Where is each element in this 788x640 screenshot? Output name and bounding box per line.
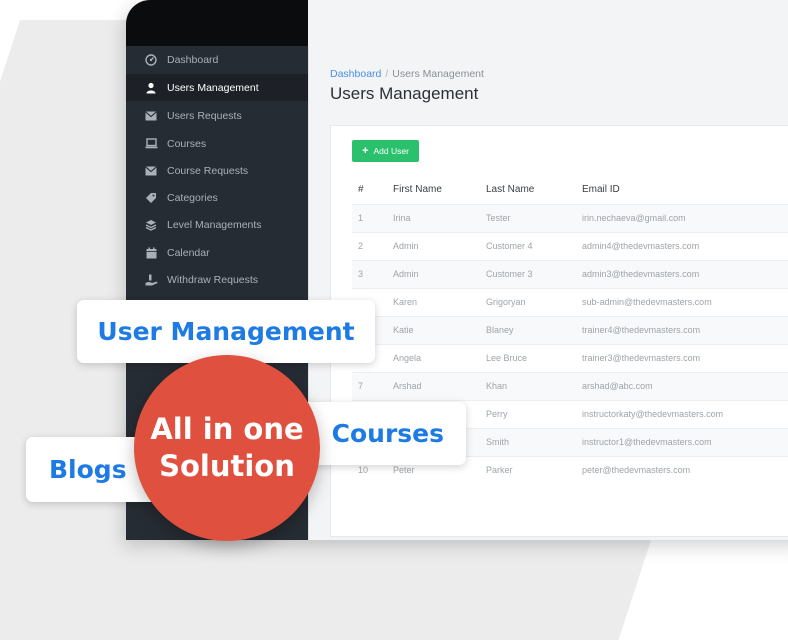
sidebar-item-courses[interactable]: Courses (126, 130, 308, 157)
cell-last-name: Customer 3 (486, 269, 533, 279)
column-header-number[interactable]: # (358, 184, 364, 195)
cell-number: 2 (358, 241, 364, 251)
cell-last-name: Parker (486, 465, 513, 475)
cell-email: arshad@abc.com (582, 381, 653, 391)
cell-number: 1 (358, 213, 364, 223)
breadcrumb: Dashboard / Users Management (330, 68, 484, 80)
table-row[interactable]: Karen Grigoryan sub-admin@thedevmasters.… (352, 288, 788, 316)
breadcrumb-home-link[interactable]: Dashboard (330, 68, 381, 80)
sidebar-item-users-requests[interactable]: Users Requests (126, 102, 308, 129)
column-header-email[interactable]: Email ID (582, 184, 620, 195)
sidebar-item-label: Categories (167, 191, 218, 204)
tag-icon (144, 191, 158, 205)
sidebar-item-users-management[interactable]: Users Management (126, 74, 308, 101)
column-header-first-name[interactable]: First Name (393, 184, 442, 195)
badge-line-1: All in one (150, 412, 304, 446)
cell-email: admin4@thedevmasters.com (582, 241, 700, 251)
table-row[interactable]: 7 Arshad Khan arshad@abc.com (352, 372, 788, 400)
table-row[interactable]: 3 Admin Customer 3 admin3@thedevmasters.… (352, 260, 788, 288)
badge-line-2: Solution (159, 449, 295, 483)
cell-first-name: Arshad (393, 381, 422, 391)
cell-email: trainer3@thedevmasters.com (582, 353, 701, 363)
breadcrumb-current: Users Management (392, 68, 484, 80)
cell-email: admin3@thedevmasters.com (582, 269, 700, 279)
cell-email: instructorkaty@thedevmasters.com (582, 409, 724, 419)
main-content: Dashboard / Users Management Users Managem… (308, 46, 788, 540)
cell-last-name: Blaney (486, 325, 514, 335)
sidebar-item-calendar[interactable]: Calendar (126, 239, 308, 266)
plus-icon: + (362, 145, 369, 157)
sidebar-item-level-managements[interactable]: Level Managements (126, 211, 308, 238)
cell-email: irin.nechaeva@gmail.com (582, 213, 686, 223)
cell-email: peter@thedevmasters.com (582, 465, 691, 475)
cell-first-name: Admin (393, 241, 419, 251)
cell-number: 3 (358, 269, 364, 279)
add-user-label: Add User (373, 146, 409, 156)
users-table-card: + Add User # First Name Last Name Email … (330, 125, 788, 537)
cell-last-name: Perry (486, 409, 508, 419)
user-management-callout: User Management (77, 300, 375, 363)
cell-first-name: Angela (393, 353, 422, 363)
cell-first-name: Irina (393, 213, 411, 223)
cell-last-name: Lee Bruce (486, 353, 528, 363)
envelope-icon (144, 109, 158, 123)
sidebar-item-label: Users Management (167, 81, 259, 94)
sidebar-item-label: Withdraw Requests (167, 273, 259, 286)
cell-last-name: Tester (486, 213, 511, 223)
breadcrumb-separator: / (385, 68, 389, 80)
cell-first-name: Peter (393, 465, 415, 475)
laptop-icon (144, 137, 158, 151)
cell-first-name: Karen (393, 297, 418, 307)
cell-first-name: Admin (393, 269, 419, 279)
table-row[interactable]: Angela Lee Bruce trainer3@thedevmasters.… (352, 344, 788, 372)
sidebar-item-label: Courses (167, 137, 207, 150)
sidebar-item-dashboard[interactable]: Dashboard (126, 46, 308, 73)
cell-email: sub-admin@thedevmasters.com (582, 297, 712, 307)
cell-first-name: Katie (393, 325, 414, 335)
cell-last-name: Grigoryan (486, 297, 526, 307)
sidebar-header (126, 0, 308, 46)
envelope-icon (144, 164, 158, 178)
cell-last-name: Smith (486, 437, 510, 447)
page-title: Users Management (330, 84, 479, 103)
table-row[interactable]: 2 Admin Customer 4 admin4@thedevmasters.… (352, 232, 788, 260)
sidebar-item-categories[interactable]: Categories (126, 184, 308, 211)
sidebar-item-course-requests[interactable]: Course Requests (126, 157, 308, 184)
sidebar-item-withdraw-requests[interactable]: Withdraw Requests (126, 266, 308, 293)
sidebar-item-label: Dashboard (167, 53, 219, 66)
cell-email: trainer4@thedevmasters.com (582, 325, 701, 335)
sidebar-item-label: Users Requests (167, 109, 242, 122)
all-in-one-badge: All in one Solution (134, 355, 320, 541)
cell-last-name: Khan (486, 381, 508, 391)
cell-email: instructor1@thedevmasters.com (582, 437, 712, 447)
table-row[interactable]: 1 Irina Tester irin.nechaeva@gmail.com (352, 204, 788, 232)
sidebar-item-label: Calendar (167, 246, 210, 259)
cell-last-name: Customer 4 (486, 241, 533, 251)
dashboard-icon (144, 53, 158, 67)
user-icon (144, 81, 158, 95)
add-user-button[interactable]: + Add User (352, 140, 419, 162)
calendar-icon (144, 246, 158, 260)
hand-money-icon (144, 273, 158, 287)
cell-number: 7 (358, 381, 364, 391)
cell-number: 10 (358, 465, 369, 475)
column-header-last-name[interactable]: Last Name (486, 184, 534, 195)
table-row[interactable]: Katie Blaney trainer4@thedevmasters.com (352, 316, 788, 344)
sidebar-item-label: Level Managements (167, 218, 262, 231)
sidebar-item-label: Course Requests (167, 164, 249, 177)
layers-icon (144, 218, 158, 232)
